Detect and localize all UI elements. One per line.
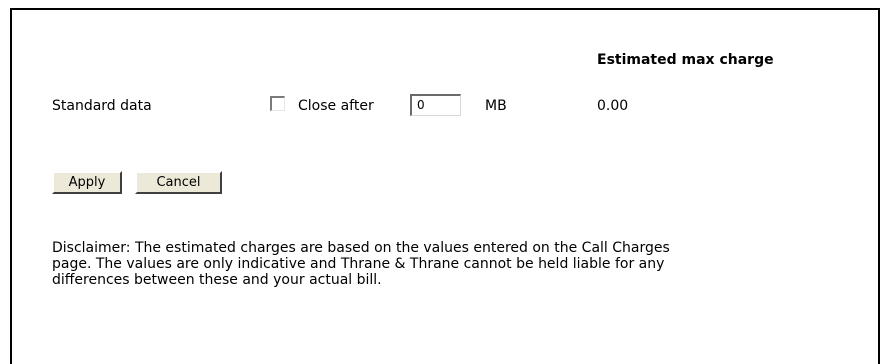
estimated-charge-value: 0.00 [597, 98, 629, 114]
disclaimer-text: Disclaimer: The estimated charges are ba… [52, 240, 882, 288]
close-after-mb-input[interactable]: 0 [410, 94, 461, 116]
standard-data-label: Standard data [52, 98, 152, 114]
mb-unit-label: MB [485, 98, 507, 114]
cancel-button[interactable]: Cancel [135, 171, 222, 194]
disclaimer-line-1: Disclaimer: The estimated charges are ba… [52, 240, 670, 256]
disclaimer-line-2: page. The values are only indicative and… [52, 256, 665, 272]
disclaimer-line-3: differences between these and your actua… [52, 272, 382, 288]
apply-button[interactable]: Apply [52, 171, 122, 194]
close-after-checkbox[interactable] [270, 96, 285, 111]
estimated-max-charge-header: Estimated max charge [597, 52, 774, 68]
close-after-label: Close after [298, 98, 374, 114]
